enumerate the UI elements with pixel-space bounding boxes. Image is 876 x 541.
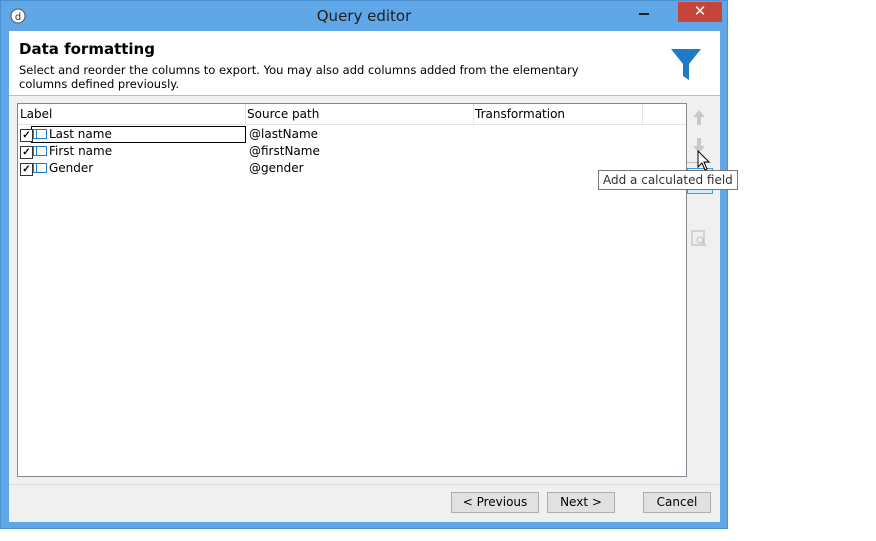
column-header-label[interactable]: Label	[20, 107, 52, 121]
tooltip: Add a calculated field	[598, 170, 738, 190]
column-icon	[33, 163, 47, 173]
column-divider	[245, 104, 246, 124]
row-label[interactable]: Gender	[49, 161, 93, 175]
preview-icon[interactable]	[687, 226, 711, 250]
table-row[interactable]: ✓ First name @firstName	[18, 143, 686, 160]
dialog-body: Data formatting Select and reorder the c…	[9, 31, 720, 522]
columns-table[interactable]: Label Source path Transformation ✓ Last …	[17, 103, 687, 477]
row-source-path[interactable]: @gender	[249, 161, 304, 175]
table-row[interactable]: ✓ Last name @lastName	[18, 126, 686, 143]
table-header: Label Source path Transformation	[18, 104, 686, 125]
close-button[interactable]: ✕	[678, 2, 722, 22]
footer-divider	[9, 484, 720, 485]
row-source-path[interactable]: @lastName	[249, 127, 318, 141]
minimize-icon	[639, 13, 649, 15]
arrow-up-icon[interactable]	[687, 106, 711, 130]
column-icon	[33, 129, 47, 139]
query-editor-window: d Query editor ✕ Data formatting Select …	[0, 0, 728, 529]
mouse-cursor-icon	[697, 150, 711, 171]
filter-funnel-icon	[671, 49, 701, 80]
column-divider	[642, 104, 643, 124]
cancel-button[interactable]: Cancel	[643, 492, 711, 513]
row-checkbox[interactable]: ✓	[20, 129, 33, 142]
page-description: Select and reorder the columns to export…	[19, 63, 579, 91]
row-source-path[interactable]: @firstName	[249, 144, 320, 158]
column-divider	[473, 104, 474, 124]
row-checkbox[interactable]: ✓	[20, 146, 33, 159]
column-header-transformation[interactable]: Transformation	[475, 107, 565, 121]
table-row[interactable]: ✓ Gender @gender	[18, 160, 686, 177]
page-title: Data formatting	[19, 40, 155, 58]
column-header-source-path[interactable]: Source path	[247, 107, 319, 121]
column-icon	[33, 146, 47, 156]
row-label[interactable]: First name	[49, 144, 112, 158]
next-button[interactable]: Next >	[547, 492, 615, 513]
minimize-button[interactable]	[631, 3, 657, 23]
title-bar[interactable]: d Query editor ✕	[1, 1, 727, 31]
row-checkbox[interactable]: ✓	[20, 163, 33, 176]
window-title: Query editor	[316, 7, 412, 25]
previous-button[interactable]: < Previous	[451, 492, 539, 513]
header-area: Data formatting Select and reorder the c…	[9, 31, 720, 96]
row-label[interactable]: Last name	[49, 127, 112, 141]
